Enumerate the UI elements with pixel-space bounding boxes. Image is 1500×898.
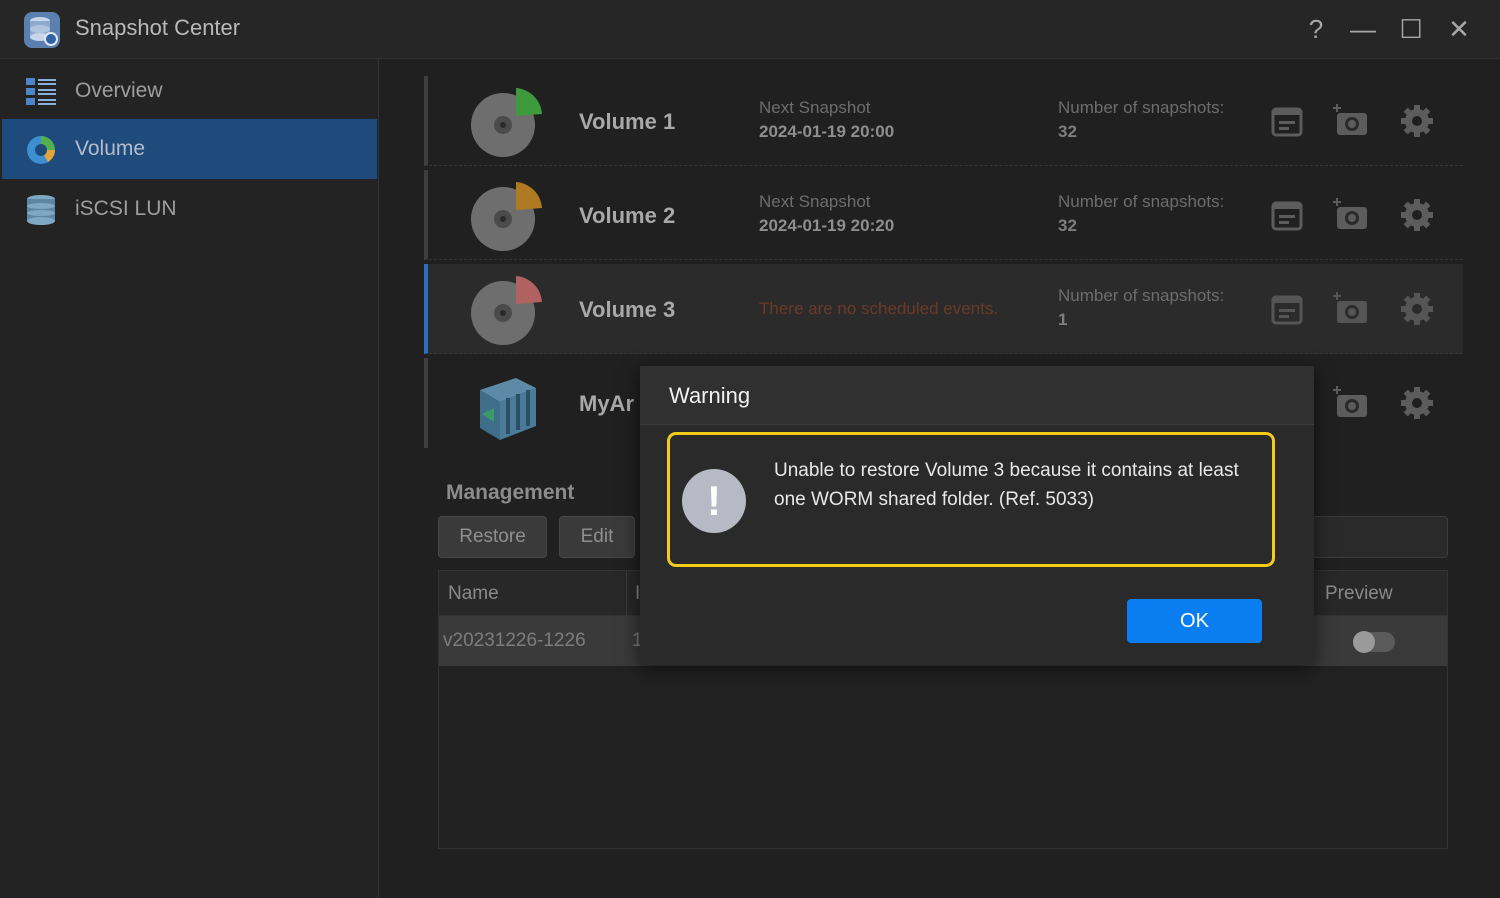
snapshot-count-label: Number of snapshots: [1058, 98, 1225, 117]
management-title: Management [446, 481, 575, 504]
schedule-calendar-icon[interactable] [1268, 196, 1306, 234]
snapshot-center-app-icon [24, 12, 60, 48]
snapshot-name-cell: v20231226-1226 [443, 630, 586, 651]
settings-gear-icon[interactable] [1398, 290, 1436, 328]
dialog-title: Warning [669, 383, 751, 408]
schedule-calendar-icon[interactable] [1268, 102, 1306, 140]
app-title: Snapshot Center [75, 15, 241, 40]
sidebar-item-label: iSCSI LUN [75, 197, 177, 220]
snapshot-count-label: Number of snapshots: [1058, 192, 1225, 211]
ok-button[interactable]: OK [1127, 599, 1262, 643]
snapshot-count-value: 32 [1058, 216, 1077, 235]
warning-dialog: Warning ! Unable to restore Volume 3 bec… [640, 366, 1314, 665]
volume-disk-icon [471, 88, 542, 157]
volume-name: Volume 1 [579, 109, 676, 134]
volume-name: MyAr [579, 391, 635, 416]
title-bar: Snapshot Center ? — ☐ ✕ [0, 0, 1500, 59]
exclamation-icon: ! [682, 469, 746, 533]
volume-name: Volume 3 [579, 297, 676, 322]
database-icon [27, 195, 55, 225]
sidebar-item-iscsi-lun[interactable]: iSCSI LUN [2, 179, 377, 239]
settings-gear-icon[interactable] [1398, 102, 1436, 140]
preview-toggle[interactable] [1353, 631, 1395, 653]
take-snapshot-camera-icon[interactable] [1333, 290, 1371, 328]
next-snapshot-value: 2024-01-19 20:00 [759, 122, 895, 141]
dialog-message: Unable to restore Volume 3 because it co… [774, 460, 1239, 510]
help-icon[interactable]: ? [1299, 12, 1333, 46]
dialog-header: Warning [640, 366, 1314, 425]
volume-row[interactable]: Volume 1 Next Snapshot 2024-01-19 20:00 … [424, 76, 1463, 166]
volume-pie-icon [27, 136, 55, 164]
schedule-calendar-icon[interactable] [1268, 290, 1306, 328]
sidebar: Overview Volume iSCSI LUN [0, 59, 379, 898]
search-input[interactable] [1310, 516, 1448, 558]
volume-disk-icon [471, 276, 542, 345]
next-snapshot-value: 2024-01-19 20:20 [759, 216, 895, 235]
column-header-name[interactable]: Name [448, 583, 499, 605]
snapshot-center-window: Snapshot Center ? — ☐ ✕ Overview Volume [0, 0, 1500, 898]
snapshot-count-label: Number of snapshots: [1058, 286, 1225, 305]
sidebar-item-volume[interactable]: Volume [2, 119, 377, 179]
sidebar-item-overview[interactable]: Overview [2, 61, 377, 121]
volume-disk-icon [471, 182, 542, 251]
column-divider [626, 571, 627, 616]
snapshot-count-value: 32 [1058, 122, 1077, 141]
next-snapshot-label: Next Snapshot [759, 98, 871, 117]
snapshot-count-value: 1 [1058, 310, 1068, 329]
settings-gear-icon[interactable] [1398, 196, 1436, 234]
edit-button[interactable]: Edit [559, 516, 635, 558]
sidebar-item-label: Volume [75, 137, 146, 160]
toggle-knob [1353, 631, 1375, 653]
sidebar-item-label: Overview [75, 79, 163, 102]
volume-name: Volume 2 [579, 203, 676, 228]
volume-row[interactable]: Volume 2 Next Snapshot 2024-01-19 20:20 … [424, 170, 1463, 260]
take-snapshot-camera-icon[interactable] [1333, 384, 1371, 422]
take-snapshot-camera-icon[interactable] [1333, 196, 1371, 234]
volume-row[interactable]: Volume 3 There are no scheduled events. … [424, 264, 1463, 354]
list-icon [26, 78, 56, 105]
minimize-icon[interactable]: — [1346, 12, 1380, 46]
next-snapshot-label: Next Snapshot [759, 192, 871, 211]
take-snapshot-camera-icon[interactable] [1333, 102, 1371, 140]
settings-gear-icon[interactable] [1398, 384, 1436, 422]
no-scheduled-events-text: There are no scheduled events. [759, 299, 999, 318]
restore-button[interactable]: Restore [438, 516, 547, 558]
close-icon[interactable]: ✕ [1442, 12, 1476, 46]
maximize-icon[interactable]: ☐ [1394, 12, 1428, 46]
archive-cube-icon [480, 378, 536, 440]
column-header-preview[interactable]: Preview [1325, 583, 1393, 605]
